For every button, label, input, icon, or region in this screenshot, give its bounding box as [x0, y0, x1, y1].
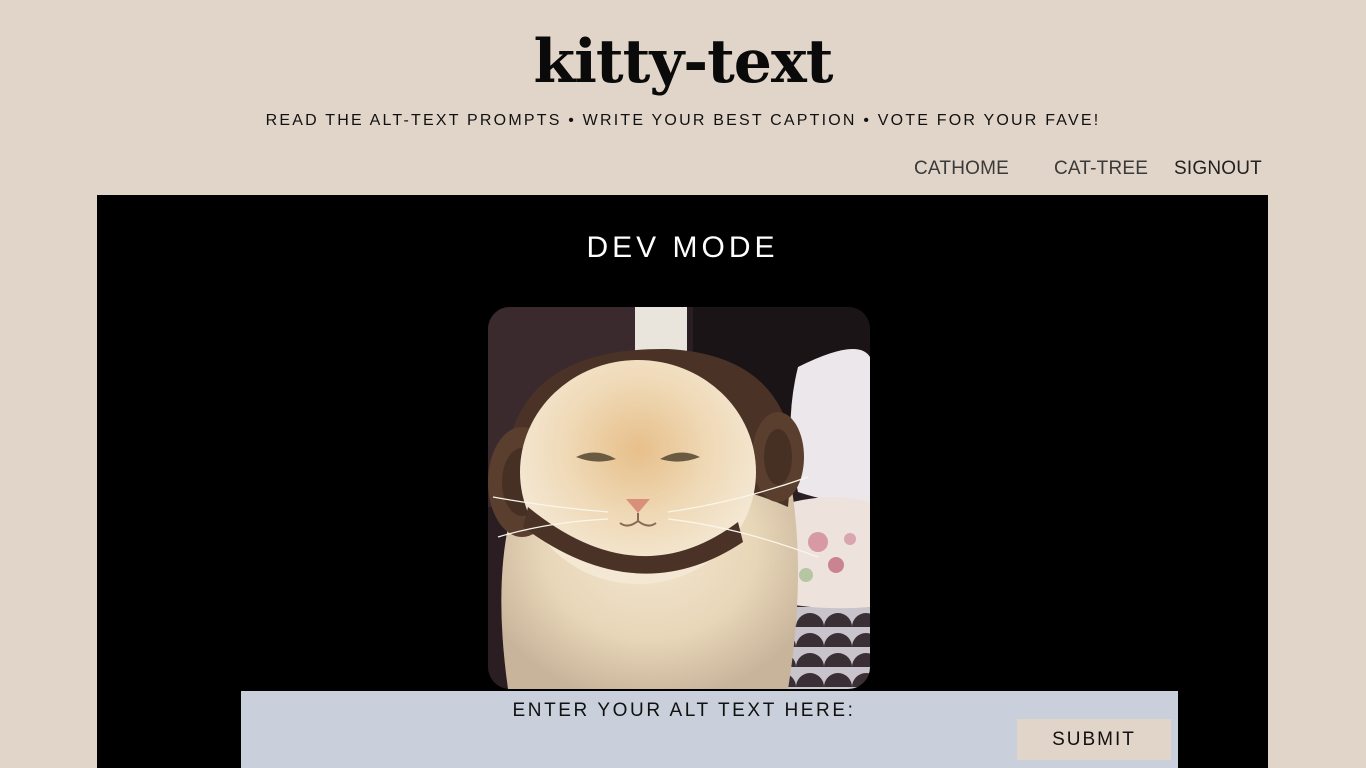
nav-link-cat-tree[interactable]: CAT-TREE	[1054, 158, 1148, 180]
alt-text-input[interactable]	[255, 725, 999, 763]
alt-text-label: ENTER YOUR ALT TEXT HERE:	[512, 700, 856, 721]
page-heading: DEV MODE	[586, 231, 779, 264]
dev-mode-panel: DEV MODE ENTER YOUR ALT TEXT HERE: SUBMI…	[97, 195, 1268, 768]
submit-button[interactable]: SUBMIT	[1017, 719, 1171, 760]
nav-link-signout[interactable]: SIGNOUT	[1174, 158, 1262, 180]
cat-photo	[488, 307, 870, 689]
alt-text-form: ENTER YOUR ALT TEXT HERE: SUBMIT	[241, 691, 1178, 768]
cat-image	[488, 307, 870, 689]
nav-link-cathome[interactable]: CATHOME	[914, 158, 1009, 180]
tagline: READ THE ALT-TEXT PROMPTS • WRITE YOUR B…	[265, 112, 1101, 129]
site-title: kitty-text	[533, 27, 834, 97]
